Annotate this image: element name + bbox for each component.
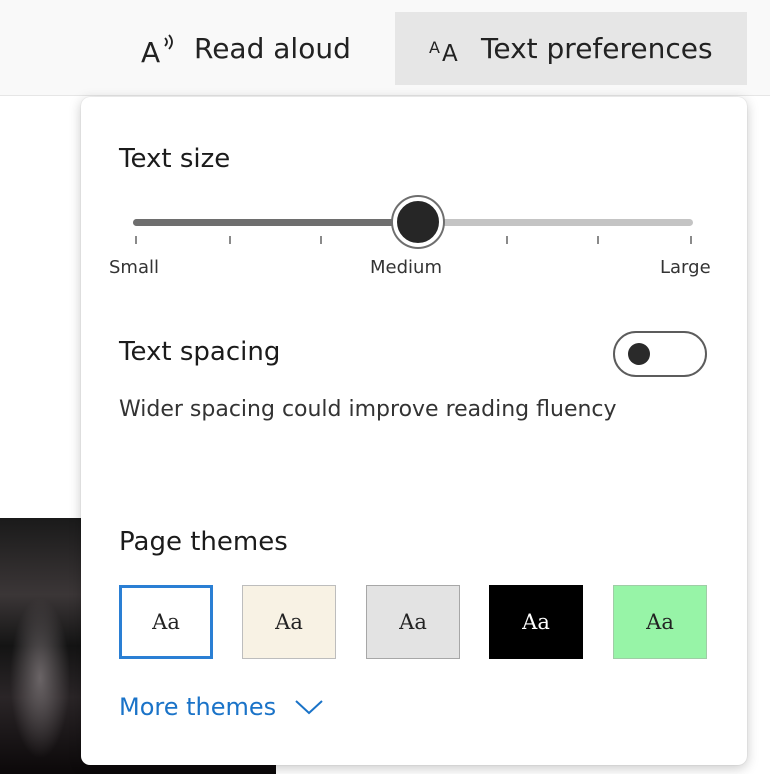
theme-swatch-sepia[interactable]: Aa [242, 585, 336, 659]
slider-tick [597, 236, 599, 244]
text-spacing-title: Text spacing [119, 337, 281, 367]
slider-label-medium: Medium [370, 257, 442, 278]
slider-tick [135, 236, 137, 244]
text-size-icon: A A [427, 34, 469, 64]
text-size-title: Text size [119, 144, 231, 174]
reader-view: A Read aloud A A Text preferences Text s… [0, 0, 770, 774]
text-size-slider-thumb[interactable] [393, 197, 443, 247]
slider-tick [690, 236, 692, 244]
theme-swatch-gray[interactable]: Aa [366, 585, 460, 659]
text-preferences-button[interactable]: A A Text preferences [395, 12, 747, 85]
slider-label-small: Small [109, 257, 159, 278]
toggle-knob [628, 343, 650, 365]
text-preferences-panel: Text size Small Medium Large Text spacin… [81, 97, 747, 765]
slider-tick [506, 236, 508, 244]
reader-toolbar: A Read aloud A A Text preferences [0, 0, 770, 96]
read-aloud-label: Read aloud [194, 32, 351, 65]
text-preferences-label: Text preferences [481, 32, 713, 65]
text-spacing-toggle[interactable] [613, 331, 707, 377]
theme-swatch-white[interactable]: Aa [119, 585, 213, 659]
read-aloud-button[interactable]: A Read aloud [112, 12, 394, 85]
svg-text:A: A [141, 36, 160, 66]
more-themes-label: More themes [119, 693, 277, 721]
text-size-slider-fill [133, 219, 413, 226]
text-spacing-description: Wider spacing could improve reading flue… [119, 397, 617, 422]
svg-text:A: A [442, 41, 458, 64]
slider-tick [229, 236, 231, 244]
theme-swatch-green[interactable]: Aa [613, 585, 707, 659]
page-themes-title: Page themes [119, 527, 288, 557]
more-themes-button[interactable]: More themes [119, 693, 324, 721]
svg-text:A: A [429, 38, 440, 57]
slider-tick [320, 236, 322, 244]
read-aloud-icon: A [140, 32, 182, 66]
chevron-down-icon [295, 700, 323, 715]
slider-label-large: Large [660, 257, 711, 278]
theme-swatch-black[interactable]: Aa [489, 585, 583, 659]
